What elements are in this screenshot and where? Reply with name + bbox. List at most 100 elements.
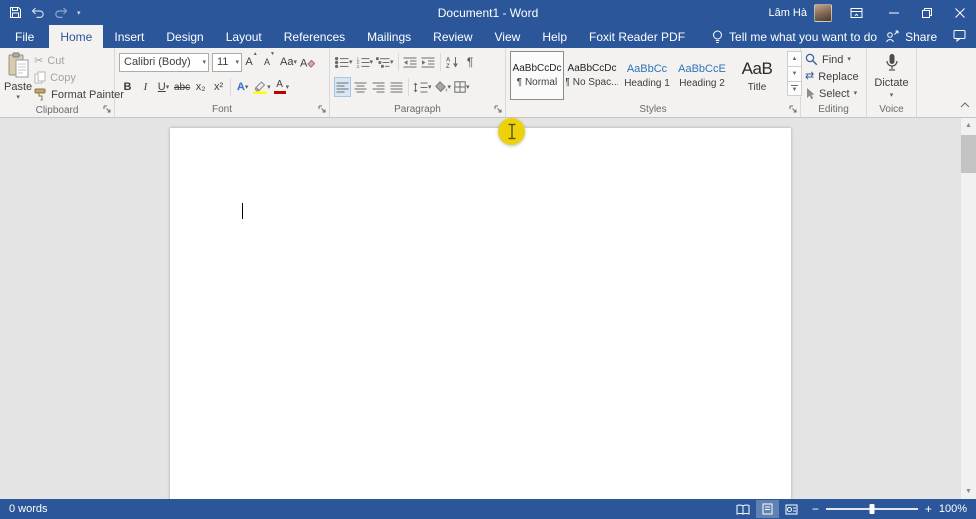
tab-references[interactable]: References xyxy=(273,25,356,48)
status-bar: 0 words − + 100% xyxy=(0,499,976,519)
ibeam-cursor-icon xyxy=(507,123,517,140)
font-size-combo[interactable]: 11 ▾ xyxy=(212,53,242,72)
numbering-button[interactable]: 1.2.3. ▾ xyxy=(355,52,375,72)
font-color-button[interactable]: A ▾ xyxy=(273,77,291,97)
tab-file[interactable]: File xyxy=(0,25,49,48)
bold-button[interactable]: B xyxy=(119,77,136,97)
align-left-button[interactable] xyxy=(334,77,351,97)
strikethrough-button[interactable]: abc xyxy=(173,77,191,97)
underline-button[interactable]: U▾ xyxy=(155,77,172,97)
redo-button[interactable] xyxy=(54,3,68,23)
borders-icon xyxy=(454,81,466,93)
italic-button[interactable]: I xyxy=(137,77,154,97)
clear-formatting-button[interactable]: A xyxy=(299,52,316,72)
copy-button[interactable]: Copy xyxy=(32,69,126,86)
borders-button[interactable]: ▾ xyxy=(453,77,471,97)
close-button[interactable] xyxy=(943,0,976,25)
print-layout-button[interactable] xyxy=(756,500,779,518)
share-button[interactable]: Share xyxy=(885,30,937,44)
paste-button[interactable]: Paste ▾ xyxy=(4,51,32,103)
dropdown-arrow: ▾ xyxy=(847,56,851,63)
styles-more-button[interactable]: ▼ xyxy=(787,81,802,96)
comments-button[interactable] xyxy=(953,29,966,45)
numbered-list-icon: 1.2.3. xyxy=(356,57,370,68)
tab-review[interactable]: Review xyxy=(422,25,483,48)
subscript-button[interactable]: x₂ xyxy=(192,77,209,97)
account-button[interactable]: Lâm Hà xyxy=(768,4,832,22)
tab-help[interactable]: Help xyxy=(531,25,578,48)
collapse-ribbon-button[interactable] xyxy=(960,95,970,113)
select-button[interactable]: Select ▾ xyxy=(805,85,859,102)
tab-mailings[interactable]: Mailings xyxy=(356,25,422,48)
format-painter-button[interactable]: Format Painter xyxy=(32,86,126,103)
increase-indent-button[interactable] xyxy=(420,52,437,72)
tab-view[interactable]: View xyxy=(484,25,532,48)
style-card-heading-1[interactable]: AaBbCc Heading 1 xyxy=(620,51,674,100)
align-right-button[interactable] xyxy=(370,77,387,97)
style-card-heading-2[interactable]: AaBbCcE Heading 2 xyxy=(675,51,729,100)
text-effects-button[interactable]: A▾ xyxy=(234,77,251,97)
voice-group-label: Voice xyxy=(879,104,903,115)
show-hide-marks-button[interactable]: ¶ xyxy=(462,52,479,72)
document-canvas[interactable] xyxy=(0,118,960,499)
align-right-icon xyxy=(372,82,385,93)
font-group-label: Font xyxy=(212,104,232,115)
document-page[interactable] xyxy=(170,128,791,499)
font-dialog-launcher[interactable] xyxy=(318,105,327,114)
scroll-up-button[interactable]: ▲ xyxy=(961,118,976,133)
tab-insert[interactable]: Insert xyxy=(103,25,155,48)
zoom-level[interactable]: 100% xyxy=(939,503,967,515)
customize-qat-button[interactable]: ▾ xyxy=(77,3,81,23)
styles-scroll-up-button[interactable]: ▲ xyxy=(787,51,802,66)
tab-layout[interactable]: Layout xyxy=(215,25,273,48)
web-layout-button[interactable] xyxy=(780,500,803,518)
tell-me-box[interactable]: Tell me what you want to do xyxy=(704,25,885,48)
minimize-button[interactable] xyxy=(877,0,910,25)
change-case-button[interactable]: Aa▾ xyxy=(279,52,298,72)
style-card-normal[interactable]: AaBbCcDc ¶ Normal xyxy=(510,51,564,100)
save-button[interactable] xyxy=(9,3,22,23)
zoom-out-button[interactable]: − xyxy=(812,503,819,515)
ribbon-display-options-button[interactable] xyxy=(841,0,871,25)
shading-button[interactable]: ▾ xyxy=(434,77,453,97)
justify-button[interactable] xyxy=(388,77,405,97)
zoom-slider-thumb[interactable] xyxy=(869,504,874,514)
text-highlight-button[interactable]: ▾ xyxy=(252,77,272,97)
word-count[interactable]: 0 words xyxy=(0,503,48,515)
decrease-indent-button[interactable] xyxy=(402,52,419,72)
shrink-font-button[interactable]: A▼ xyxy=(261,52,278,72)
paragraph-dialog-launcher[interactable] xyxy=(494,105,503,114)
superscript-button[interactable]: x² xyxy=(210,77,227,97)
up-arrow-icon: ▲ xyxy=(965,122,972,129)
scrollbar-thumb[interactable] xyxy=(961,135,976,173)
tab-foxit-reader-pdf[interactable]: Foxit Reader PDF xyxy=(578,25,696,48)
undo-button[interactable] xyxy=(31,3,45,23)
vertical-scrollbar[interactable]: ▲ ▼ xyxy=(960,118,976,499)
multilevel-list-button[interactable]: ▾ xyxy=(375,52,395,72)
restore-button[interactable] xyxy=(910,0,943,25)
styles-scroll-down-button[interactable]: ▼ xyxy=(787,66,802,81)
clipboard-dialog-launcher[interactable] xyxy=(103,105,112,114)
zoom-slider[interactable] xyxy=(826,508,918,510)
read-mode-button[interactable] xyxy=(732,500,755,518)
find-button[interactable]: Find ▾ xyxy=(805,51,859,68)
window-title: Document1 - Word xyxy=(438,6,538,20)
styles-dialog-launcher[interactable] xyxy=(789,105,798,114)
font-family-combo[interactable]: Calibri (Body) ▾ xyxy=(119,53,209,72)
replace-button[interactable]: ⇄ Replace xyxy=(805,68,859,85)
dictate-button[interactable]: Dictate ▾ xyxy=(871,51,912,101)
tab-design[interactable]: Design xyxy=(155,25,214,48)
bullets-button[interactable]: ▾ xyxy=(334,52,354,72)
style-card-no-spacing[interactable]: AaBbCcDc ¶ No Spac... xyxy=(565,51,619,100)
font-family-value: Calibri (Body) xyxy=(124,56,191,68)
scroll-down-button[interactable]: ▼ xyxy=(961,484,976,499)
dropdown-arrow: ▾ xyxy=(349,59,353,66)
align-center-button[interactable] xyxy=(352,77,369,97)
tab-home[interactable]: Home xyxy=(49,25,103,48)
line-spacing-button[interactable]: ▾ xyxy=(412,77,433,97)
sort-button[interactable]: AZ xyxy=(444,52,461,72)
cut-button[interactable]: ✂ Cut xyxy=(32,52,126,69)
grow-font-button[interactable]: A▲ xyxy=(243,52,260,72)
zoom-in-button[interactable]: + xyxy=(925,503,932,515)
style-card-title[interactable]: AaB Title xyxy=(730,51,784,100)
